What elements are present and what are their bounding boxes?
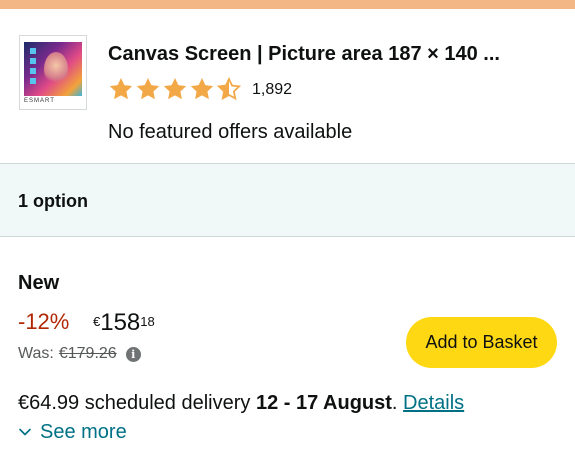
discount-percent: -12% bbox=[18, 309, 70, 334]
price-currency-symbol: € bbox=[93, 314, 101, 329]
no-featured-offers-text: No featured offers available bbox=[108, 121, 353, 143]
thumbnail-tile bbox=[30, 78, 36, 84]
delivery-period: . bbox=[391, 392, 404, 414]
offer-price: € 158 18 bbox=[93, 309, 155, 337]
rating-count[interactable]: 1,892 bbox=[252, 79, 292, 101]
star-full-icon bbox=[163, 77, 187, 100]
product-thumbnail[interactable]: ESMART bbox=[19, 35, 87, 110]
projection-screen-image bbox=[24, 42, 82, 96]
star-full-icon bbox=[190, 77, 214, 100]
see-more-label: See more bbox=[40, 421, 127, 443]
thumbnail-tile bbox=[30, 68, 36, 74]
delivery-text: scheduled delivery bbox=[79, 392, 256, 414]
delivery-dates: 12 - 17 August bbox=[255, 392, 392, 414]
price-fraction: 18 bbox=[140, 314, 155, 329]
details-link[interactable]: Details bbox=[403, 392, 464, 414]
was-price: €179.26 bbox=[58, 345, 117, 362]
thumbnail-brand: ESMART bbox=[24, 98, 55, 104]
was-price-row: Was: €179.26 i bbox=[18, 343, 141, 365]
add-to-basket-button[interactable]: Add to Basket bbox=[406, 317, 557, 368]
thumbnail-tile bbox=[30, 58, 36, 64]
thumbnail-tile bbox=[30, 48, 36, 54]
offer-condition: New bbox=[18, 272, 60, 294]
options-count-label: 1 option bbox=[18, 191, 88, 211]
see-more-toggle[interactable]: See more bbox=[18, 419, 127, 445]
star-full-icon bbox=[136, 77, 160, 100]
chevron-down-icon bbox=[19, 428, 31, 436]
thumbnail-face bbox=[44, 52, 68, 86]
star-half-icon bbox=[216, 76, 242, 101]
options-bar: 1 option bbox=[0, 163, 575, 237]
was-label: Was: bbox=[18, 345, 54, 362]
top-accent-bar bbox=[0, 0, 575, 9]
star-full-icon bbox=[109, 77, 133, 100]
offer-card: New -12% € 158 18 Was: €179.26 i Add to … bbox=[0, 237, 575, 451]
info-icon[interactable]: i bbox=[125, 346, 141, 362]
delivery-price: €64.99 bbox=[18, 392, 80, 414]
product-title[interactable]: Canvas Screen | Picture area 187 × 140 .… bbox=[108, 40, 563, 68]
star-rating[interactable] bbox=[108, 75, 242, 103]
price-whole: 158 bbox=[100, 309, 141, 336]
delivery-info: €64.99 scheduled delivery 12 - 17 August… bbox=[18, 389, 464, 417]
